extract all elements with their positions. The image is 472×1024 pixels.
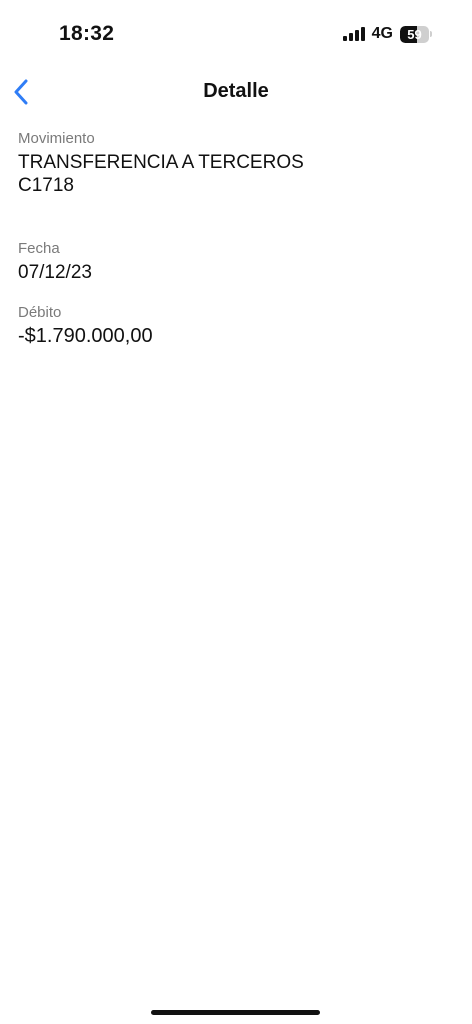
debito-label: Débito (18, 304, 62, 321)
debito-value: -$1.790.000,00 (18, 325, 153, 347)
fecha-value: 07/12/23 (18, 262, 92, 283)
fecha-label: Fecha (18, 240, 60, 257)
movimiento-label: Movimiento (18, 130, 95, 147)
battery-level: 59 (407, 26, 422, 42)
fecha-field: Fecha 07/12/23 (18, 240, 92, 284)
debito-field: Débito -$1.790.000,00 (18, 304, 153, 348)
network-type: 4G (371, 25, 393, 42)
cellular-signal-icon (342, 27, 365, 41)
status-indicators: 4G 59 (342, 25, 432, 43)
page-title: Detalle (203, 80, 269, 102)
detail-screen: 18:32 4G 59 Detalle Movimiento TRANSFERE (0, 0, 472, 1024)
battery-icon: 59 (400, 25, 432, 43)
movimiento-field: Movimiento TRANSFERENCIA A TERCEROS C171… (18, 130, 304, 197)
navigation-bar: Detalle (0, 70, 472, 114)
status-time: 18:32 (59, 22, 115, 45)
status-bar: 18:32 4G 59 (0, 0, 472, 60)
movimiento-value-line2: C1718 (18, 175, 74, 196)
home-indicator[interactable] (151, 1010, 320, 1015)
movimiento-value-line1: TRANSFERENCIA A TERCEROS (18, 152, 304, 173)
